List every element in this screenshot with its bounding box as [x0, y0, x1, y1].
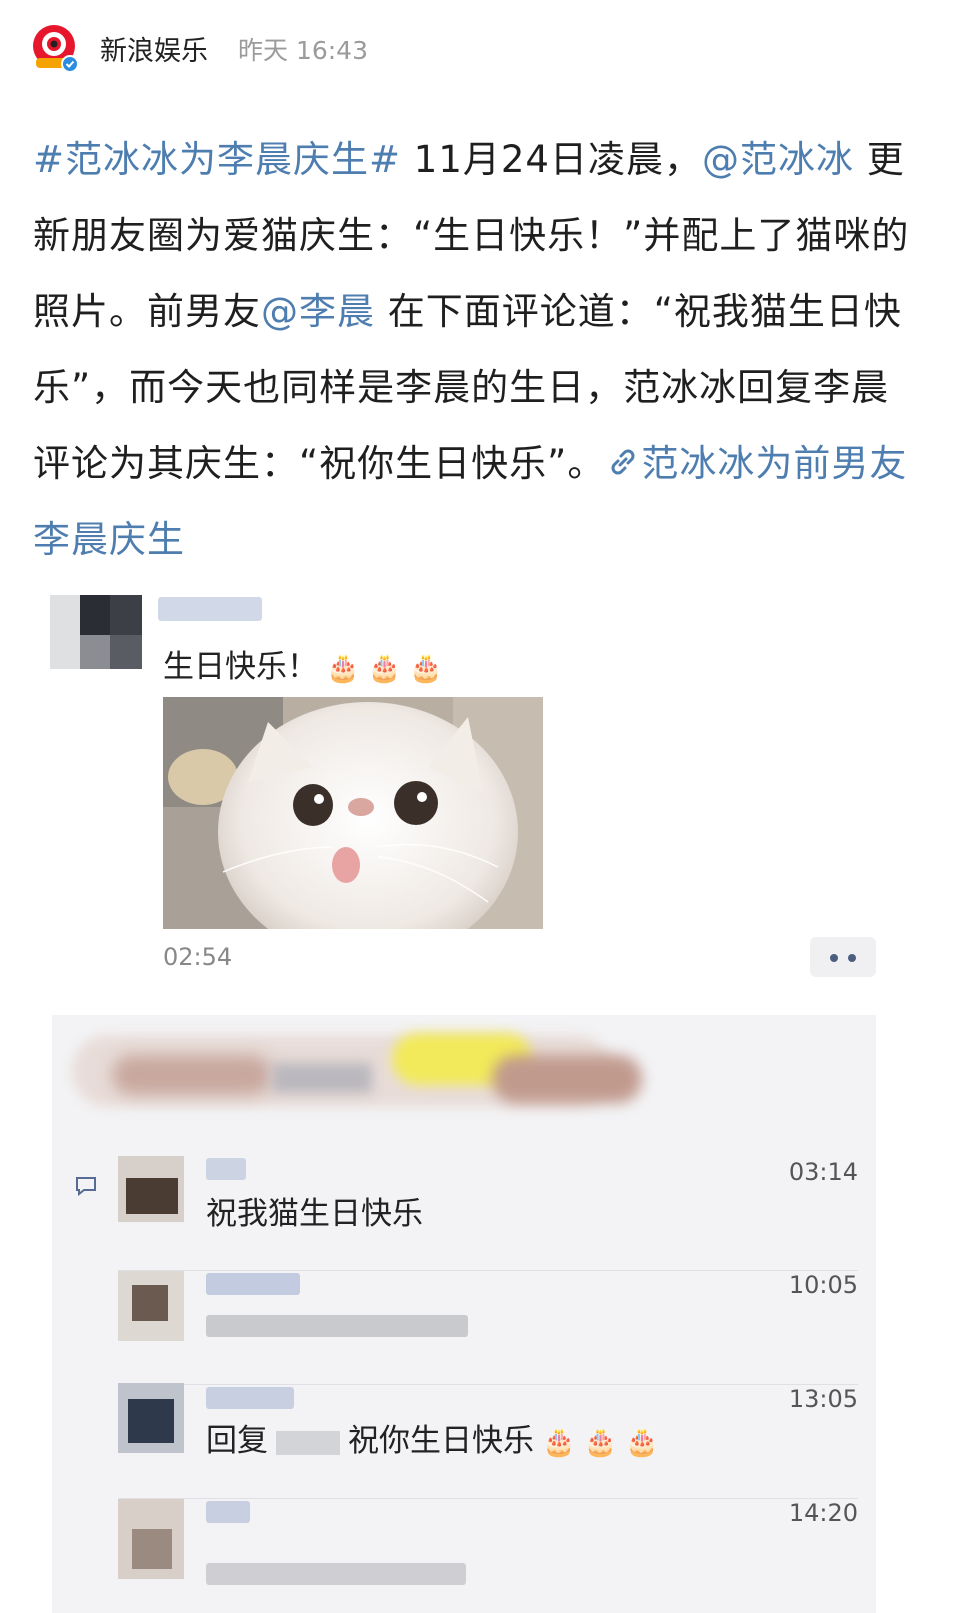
weibo-post-screenshot: 新浪娱乐 昨天 16:43 #范冰冰为李晨庆生# 11月24日凌晨，@范冰冰 更… [0, 0, 960, 1613]
cake-emoji-2: 🎂 [367, 653, 402, 684]
blurred-name [206, 1501, 250, 1523]
moment-text: 生日快乐！ [163, 649, 318, 685]
comment-time: 14:20 [788, 1499, 858, 1527]
cake-emoji-1: 🎂 [542, 1427, 576, 1458]
moment-time: 02:54 [163, 943, 233, 971]
post-text-part1: 11月24日凌晨， [401, 138, 702, 181]
avatar [118, 1383, 184, 1453]
avatar [118, 1271, 184, 1341]
comment-row[interactable]: 13:05 回复 祝你生日快乐 🎂 🎂 🎂 [118, 1377, 858, 1487]
blurred-comment [206, 1315, 468, 1337]
blurred-comment [206, 1563, 466, 1585]
comment-text: 回复 祝你生日快乐 🎂 🎂 🎂 [206, 1415, 659, 1460]
cat-photo[interactable] [163, 697, 543, 929]
sina-entertainment-logo-icon[interactable] [28, 22, 80, 74]
moments-screenshot: 生日快乐！ 🎂 🎂 🎂 02:54 03:14 祝我猫生日快乐 10:05 13… [30, 575, 930, 1613]
comment-row[interactable]: 10:05 [118, 1263, 858, 1373]
account-name[interactable]: 新浪娱乐 [100, 29, 208, 68]
cake-emoji-1: 🎂 [326, 653, 360, 684]
comment-row[interactable]: 14:20 [118, 1491, 858, 1601]
blurred-name [158, 597, 262, 621]
avatar [118, 1499, 184, 1579]
avatar [50, 595, 142, 669]
comment-row[interactable]: 03:14 祝我猫生日快乐 [118, 1150, 858, 1260]
blurred-name [206, 1387, 294, 1409]
avatar [118, 1156, 184, 1222]
moment-post-text: 生日快乐！ 🎂 🎂 🎂 [163, 641, 443, 686]
hashtag-link[interactable]: #范冰冰为李晨庆生# [33, 138, 401, 181]
blurred-reply-target [276, 1430, 340, 1455]
comment-time: 03:14 [788, 1158, 858, 1186]
dot-icon [848, 954, 856, 962]
blurred-likes [72, 1015, 642, 1155]
cake-emoji-3: 🎂 [409, 653, 443, 684]
post-body: #范冰冰为李晨庆生# 11月24日凌晨，@范冰冰 更新朋友圈为爱猫庆生：“生日快… [33, 122, 913, 578]
post-timestamp: 昨天 16:43 [238, 36, 368, 65]
link-icon[interactable] [605, 444, 641, 480]
cake-emoji-2: 🎂 [583, 1427, 618, 1458]
reply-prefix: 回复 [206, 1423, 268, 1459]
mention-fanbingbing[interactable]: @范冰冰 [702, 138, 854, 181]
comment-icon [76, 1177, 96, 1197]
cake-emoji-3: 🎂 [625, 1427, 659, 1458]
mention-lichen[interactable]: @李晨 [261, 290, 375, 333]
blurred-name [206, 1158, 246, 1180]
comment-time: 13:05 [788, 1385, 858, 1413]
dot-icon [830, 954, 838, 962]
reply-text: 祝你生日快乐 [348, 1423, 534, 1459]
comment-time: 10:05 [788, 1271, 858, 1299]
post-header: 新浪娱乐 昨天 16:43 [0, 0, 960, 95]
comment-text: 祝我猫生日快乐 [206, 1196, 423, 1232]
blurred-name [206, 1273, 300, 1295]
comment-area: 03:14 祝我猫生日快乐 10:05 13:05 回复 祝你生日快乐 🎂 🎂 … [52, 1015, 876, 1613]
cat-photo-graphic [163, 697, 543, 929]
more-options-button[interactable] [810, 937, 876, 977]
